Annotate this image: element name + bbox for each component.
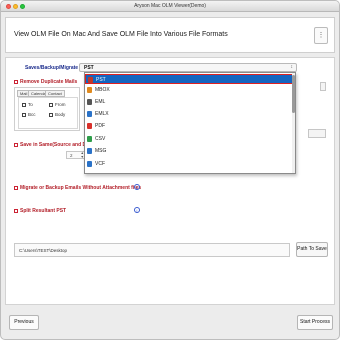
dropdown-item-label: MBOX bbox=[95, 87, 110, 93]
save-path-value: C:\Users\TEST\Desktop bbox=[19, 248, 68, 253]
save-path-field[interactable]: C:\Users\TEST\Desktop bbox=[14, 243, 290, 257]
format-dropdown-list: PST MBOX EML EMLX PDF CSV MSG VCF bbox=[84, 72, 296, 174]
dup-body-label: Body bbox=[55, 112, 66, 117]
path-to-save-button[interactable]: Path To Save bbox=[296, 242, 328, 257]
split-pst-checkbox[interactable] bbox=[14, 209, 18, 213]
start-process-button[interactable]: Start Process bbox=[297, 315, 333, 330]
dropdown-item-label: PDF bbox=[95, 123, 105, 129]
dup-to-checkbox[interactable] bbox=[22, 103, 26, 107]
tab-contact[interactable]: Contact bbox=[45, 90, 65, 97]
dropdown-item-label: MSG bbox=[95, 148, 107, 154]
dropdown-item-emlx[interactable]: EMLX bbox=[85, 109, 293, 119]
info-icon[interactable]: i bbox=[134, 184, 140, 190]
dropdown-item-pst[interactable]: PST bbox=[85, 74, 293, 84]
dup-bcc-checkbox[interactable] bbox=[22, 113, 26, 117]
info-icon-split[interactable]: i bbox=[134, 207, 140, 213]
dropdown-item-label: VCF bbox=[95, 161, 105, 167]
dropdown-item-msg[interactable]: MSG bbox=[85, 146, 293, 156]
chevron-updown-icon: ↕ bbox=[290, 64, 294, 70]
vcf-icon bbox=[87, 161, 92, 167]
right-input-field-2[interactable] bbox=[308, 129, 326, 138]
dropdown-item-label: EML bbox=[95, 99, 106, 105]
dup-body-checkbox[interactable] bbox=[49, 113, 53, 117]
format-select-value: PST bbox=[84, 65, 94, 71]
remove-duplicate-checkbox[interactable] bbox=[14, 80, 18, 84]
menu-button[interactable]: ⋮ bbox=[314, 27, 328, 44]
right-input-field[interactable] bbox=[320, 82, 326, 91]
dropdown-item-label: CSV bbox=[95, 136, 106, 142]
pdf-icon bbox=[87, 123, 92, 129]
format-select[interactable]: PST ↕ bbox=[79, 63, 297, 72]
csv-icon bbox=[87, 136, 92, 142]
save-in-same-checkbox[interactable] bbox=[14, 143, 18, 147]
dropdown-item-eml[interactable]: EML bbox=[85, 97, 293, 107]
duplicate-fields-panel: To From Bcc Body bbox=[18, 97, 78, 129]
window-title: Aryson Mac OLM Viewer(Demo) bbox=[134, 3, 206, 9]
dropdown-scroll-thumb[interactable] bbox=[292, 75, 295, 113]
split-size-stepper[interactable]: 2 ▲ ▼ bbox=[66, 151, 86, 159]
dropdown-item-pdf[interactable]: PDF bbox=[85, 121, 293, 131]
emlx-icon bbox=[87, 111, 92, 117]
dropdown-scrollbar[interactable] bbox=[292, 73, 295, 173]
header-panel: View OLM File On Mac And Save OLM File I… bbox=[5, 17, 335, 53]
dropdown-item-label: EMLX bbox=[95, 111, 109, 117]
dropdown-item-mbox[interactable]: MBOX bbox=[85, 85, 293, 95]
dropdown-item-label: PST bbox=[96, 77, 106, 83]
page-title: View OLM File On Mac And Save OLM File I… bbox=[14, 31, 228, 38]
without-attachment-label: Migrate or Backup Emails Without Attachm… bbox=[20, 185, 142, 191]
main-panel: Saves/Backup/Migrate As : PST ↕ Remove D… bbox=[5, 57, 335, 305]
split-pst-label: Split Resultant PST bbox=[20, 208, 67, 214]
dropdown-item-csv[interactable]: CSV bbox=[85, 134, 293, 144]
msg-icon bbox=[87, 148, 92, 154]
remove-duplicate-label: Remove Duplicate Mails bbox=[20, 79, 78, 85]
without-attachment-checkbox[interactable] bbox=[14, 186, 18, 190]
pst-icon bbox=[88, 77, 93, 83]
split-size-value: 2 bbox=[70, 153, 73, 158]
eml-icon bbox=[87, 99, 92, 105]
dup-from-checkbox[interactable] bbox=[49, 103, 53, 107]
dup-bcc-label: Bcc bbox=[28, 112, 36, 117]
title-bar: Aryson Mac OLM Viewer(Demo) bbox=[1, 1, 339, 12]
more-vertical-icon: ⋮ bbox=[317, 32, 325, 39]
dup-to-label: To bbox=[28, 102, 33, 107]
app-window: Aryson Mac OLM Viewer(Demo) View OLM Fil… bbox=[0, 0, 340, 340]
duplicate-options-box: Mail Calendar Contact To From Bcc Body bbox=[14, 87, 80, 131]
mbox-icon bbox=[87, 87, 92, 93]
dropdown-item-vcf[interactable]: VCF bbox=[85, 159, 293, 169]
previous-button[interactable]: Previous bbox=[9, 315, 39, 330]
dup-from-label: From bbox=[55, 102, 66, 107]
